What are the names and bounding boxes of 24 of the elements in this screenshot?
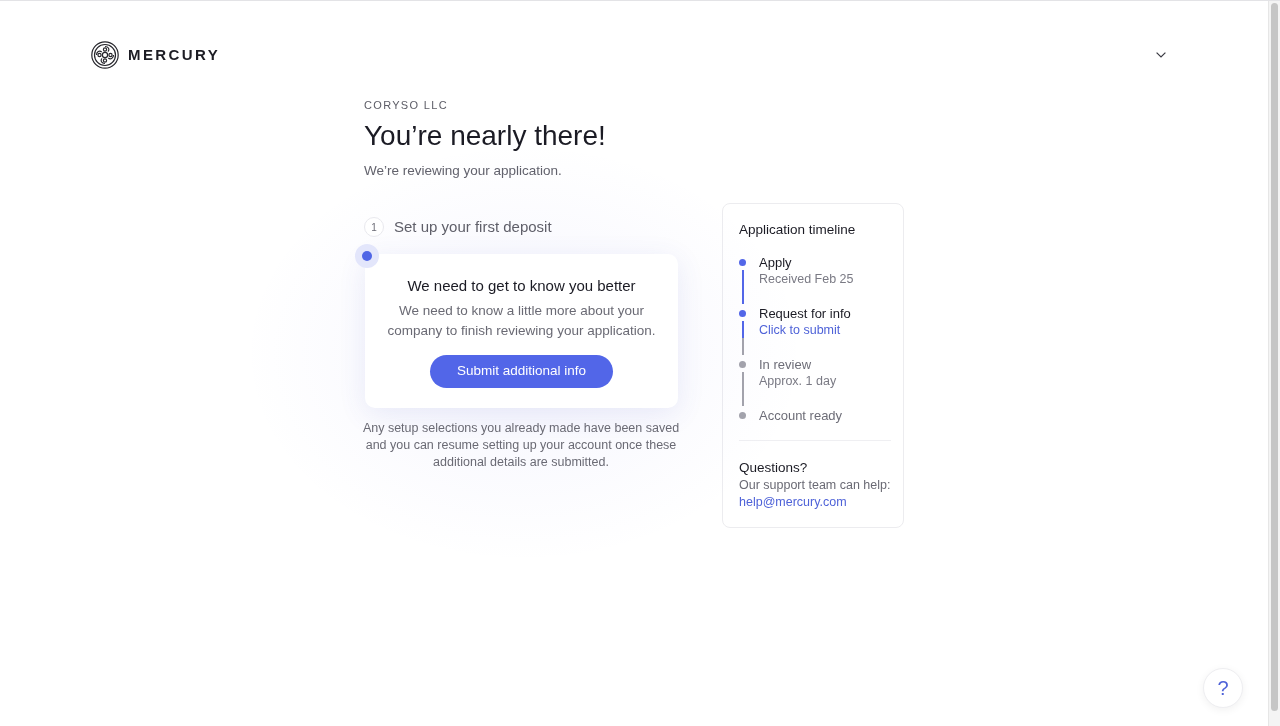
timeline-step: Account ready	[759, 407, 843, 424]
logo-icon	[91, 41, 119, 69]
step-number: 1	[364, 217, 384, 237]
page-subtitle: We’re reviewing your application.	[364, 162, 563, 180]
submit-link[interactable]: Click to submit	[759, 322, 841, 339]
submit-info-button[interactable]: Submit additional info	[429, 355, 614, 388]
timeline-step: Apply	[759, 254, 854, 271]
company-name: CORYSO LLC	[364, 98, 449, 112]
card-text: We need to know a little more about your company to finish reviewing your application.	[386, 302, 657, 340]
logo-wordmark: MERCURY	[128, 46, 221, 64]
help-button[interactable]: ?	[1203, 668, 1243, 708]
scrollbar-thumb[interactable]	[1271, 3, 1278, 711]
questions-title: Questions?	[739, 459, 808, 477]
timeline-step: Request for info	[759, 305, 851, 322]
page-heading: You’re nearly there!	[364, 119, 607, 153]
step-label: Set up your first deposit	[394, 217, 552, 237]
current-step-dot-icon	[355, 244, 379, 268]
timeline-title: Application timeline	[739, 221, 857, 239]
chevron-down-icon	[1156, 52, 1166, 58]
card-title: We need to get to know you better	[407, 276, 636, 296]
email-link[interactable]: help@mercury.com	[739, 494, 847, 511]
support-text: Our support team can help:	[739, 477, 891, 494]
info-note: Any setup selections you already made have been saved and you can resume setting up your account once these additional details are submitted.	[361, 420, 681, 471]
timeline-detail: Received Feb 25	[759, 271, 854, 288]
